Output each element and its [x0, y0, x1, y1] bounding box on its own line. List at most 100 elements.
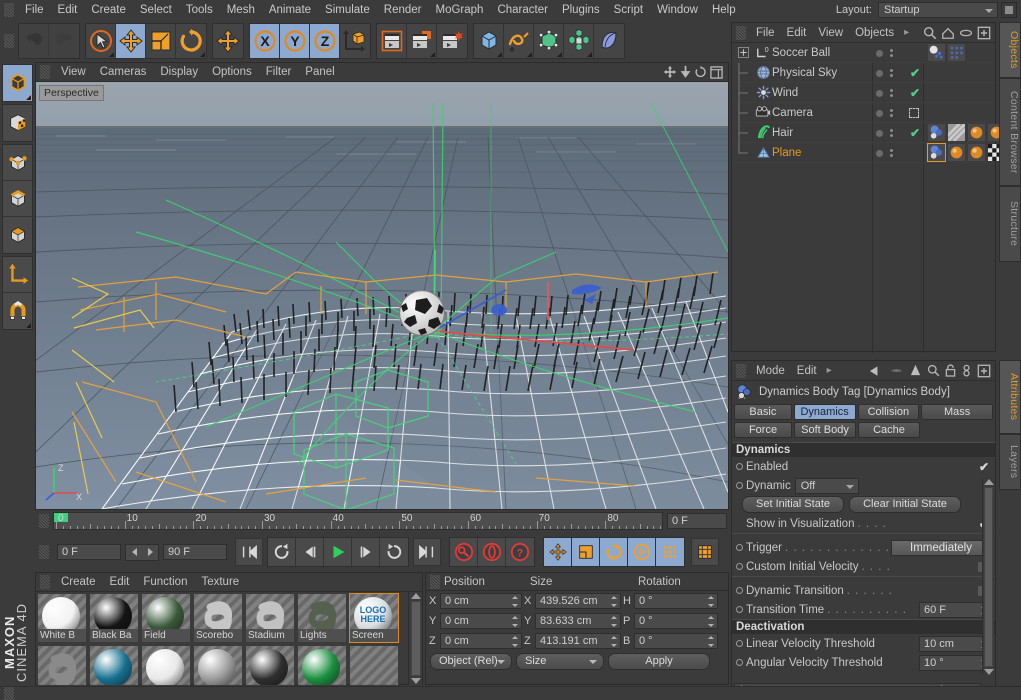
menu-help[interactable]: Help: [705, 0, 743, 20]
material-swatch[interactable]: White B: [38, 594, 86, 642]
size-field[interactable]: 413.191 cm: [535, 633, 621, 649]
material-swatch[interactable]: [38, 646, 86, 685]
lock-icon[interactable]: [945, 364, 956, 377]
menubar-grip[interactable]: [4, 3, 14, 17]
polygons-mode-icon[interactable]: [3, 217, 32, 253]
material-menu-texture[interactable]: Texture: [194, 573, 246, 592]
render-visibility-dots[interactable]: [890, 149, 893, 157]
object-visibility-dots[interactable]: [876, 43, 893, 63]
attribute-menu-edit[interactable]: Edit: [791, 361, 823, 381]
coordinate-mode-select[interactable]: Object (Rel): [430, 653, 512, 670]
key-param-icon[interactable]: P: [628, 538, 656, 566]
menu-mograph[interactable]: MoGraph: [429, 0, 491, 20]
object-enabled-check[interactable]: ✔: [910, 66, 920, 80]
menu-file[interactable]: File: [18, 0, 51, 20]
spinner[interactable]: [611, 616, 618, 627]
axis-y-icon[interactable]: Y: [280, 24, 310, 58]
scale-viewport-icon[interactable]: [680, 65, 691, 79]
menu-render[interactable]: Render: [377, 0, 429, 20]
menu-create[interactable]: Create: [84, 0, 133, 20]
object-enabled-check[interactable]: ✔: [910, 126, 920, 140]
object-visibility-dots[interactable]: [876, 83, 893, 103]
parameter-bullet[interactable]: [736, 659, 743, 666]
layout-dropdown[interactable]: Startup: [878, 2, 998, 18]
timeline-window-icon[interactable]: [691, 538, 719, 566]
render-settings-icon[interactable]: [437, 24, 467, 58]
back-arrow-icon[interactable]: [869, 365, 884, 377]
spline-pen-icon[interactable]: [504, 24, 534, 58]
spinner[interactable]: [708, 596, 715, 607]
rotate-viewport-icon[interactable]: [694, 65, 707, 79]
spinner[interactable]: [512, 616, 519, 627]
key-pla-icon[interactable]: [656, 538, 684, 566]
spinner[interactable]: [611, 636, 618, 647]
object-manager-grip[interactable]: [736, 25, 746, 40]
toolbar-grip[interactable]: [4, 34, 14, 48]
object-visibility-dots[interactable]: [876, 123, 893, 143]
parameter-bullet[interactable]: [736, 640, 743, 647]
clear-initial-state-button[interactable]: Clear Initial State: [849, 496, 961, 513]
parameter-bullet[interactable]: [736, 606, 743, 613]
position-field[interactable]: 0 cm: [440, 633, 522, 649]
object-row[interactable]: 0 Soccer Ball: [732, 43, 995, 63]
attribute-scroll-up-icon[interactable]: [983, 479, 994, 485]
parameter-number-field[interactable]: 60 F: [919, 601, 991, 618]
object-name[interactable]: Plane: [772, 147, 801, 159]
spinner[interactable]: [708, 616, 715, 627]
tag-hair-material-tag[interactable]: [941, 122, 972, 143]
object-menu-overflow-icon[interactable]: ▸: [900, 27, 913, 38]
scale-tool-icon[interactable]: [146, 24, 176, 58]
search-icon[interactable]: [927, 364, 940, 377]
render-visibility-dots[interactable]: [890, 49, 893, 57]
parameter-bullet[interactable]: [736, 587, 743, 594]
object-row[interactable]: Plane: [732, 142, 1005, 163]
menu-character[interactable]: Character: [490, 0, 555, 20]
home-icon[interactable]: [941, 26, 955, 40]
object-enabled-check[interactable]: ✔: [910, 86, 920, 100]
viewport-menu-display[interactable]: Display: [153, 63, 205, 82]
menu-window[interactable]: Window: [650, 0, 705, 20]
size-field[interactable]: 439.526 cm: [535, 593, 621, 609]
object-name[interactable]: Soccer Ball: [772, 47, 830, 59]
spinner[interactable]: [611, 596, 618, 607]
parameter-bullet[interactable]: [736, 544, 743, 551]
material-scrollbar[interactable]: [408, 592, 422, 685]
forward-arrow-icon[interactable]: [889, 365, 904, 377]
attribute-menu-overflow-icon[interactable]: ▸: [823, 365, 836, 376]
position-field[interactable]: 0 cm: [440, 593, 522, 609]
object-row[interactable]: Physical Sky ✔: [732, 62, 995, 83]
key-rotation-icon[interactable]: [600, 538, 628, 566]
maximize-viewport-icon[interactable]: [710, 65, 723, 79]
tag-material-tag[interactable]: [968, 144, 985, 161]
axis-x-icon[interactable]: X: [250, 24, 280, 58]
render-visibility-dots[interactable]: [890, 129, 893, 137]
spinner[interactable]: [512, 596, 519, 607]
record-key-icon[interactable]: [450, 538, 478, 566]
parameter-bullet[interactable]: [736, 482, 743, 489]
key-scale-icon[interactable]: [572, 538, 600, 566]
material-scroll-up-icon[interactable]: [410, 593, 421, 599]
material-scroll-thumb[interactable]: [410, 601, 421, 676]
attribute-menu-mode[interactable]: Mode: [750, 361, 791, 381]
editor-visibility-dot[interactable]: [876, 149, 883, 157]
viewport-menu-panel[interactable]: Panel: [298, 63, 341, 82]
coordinate-size-select[interactable]: Size: [516, 653, 604, 670]
tag-hair-dynamics-tag[interactable]: [928, 44, 945, 61]
object-name[interactable]: Camera: [772, 107, 813, 119]
animbar-grip[interactable]: [39, 545, 49, 559]
viewport-menu-view[interactable]: View: [54, 63, 93, 82]
editor-visibility-dot[interactable]: [876, 89, 883, 97]
go-to-start-icon[interactable]: [235, 538, 263, 566]
attribute-scroll-thumb[interactable]: [984, 487, 993, 667]
render-visibility-dots[interactable]: [890, 109, 893, 117]
tag-material-tag[interactable]: [948, 144, 965, 161]
vertical-tab-structure[interactable]: Structure: [999, 186, 1021, 262]
axis-mode-icon[interactable]: [3, 257, 32, 293]
menu-plugins[interactable]: Plugins: [555, 0, 607, 20]
viewport-menu-filter[interactable]: Filter: [259, 63, 299, 82]
attribute-tab-mass[interactable]: Mass: [921, 404, 993, 420]
autokeying-icon[interactable]: [478, 538, 506, 566]
object-row[interactable]: Wind ✔: [732, 82, 995, 103]
render-visibility-dots[interactable]: [890, 89, 893, 97]
edges-mode-icon[interactable]: [3, 181, 32, 217]
